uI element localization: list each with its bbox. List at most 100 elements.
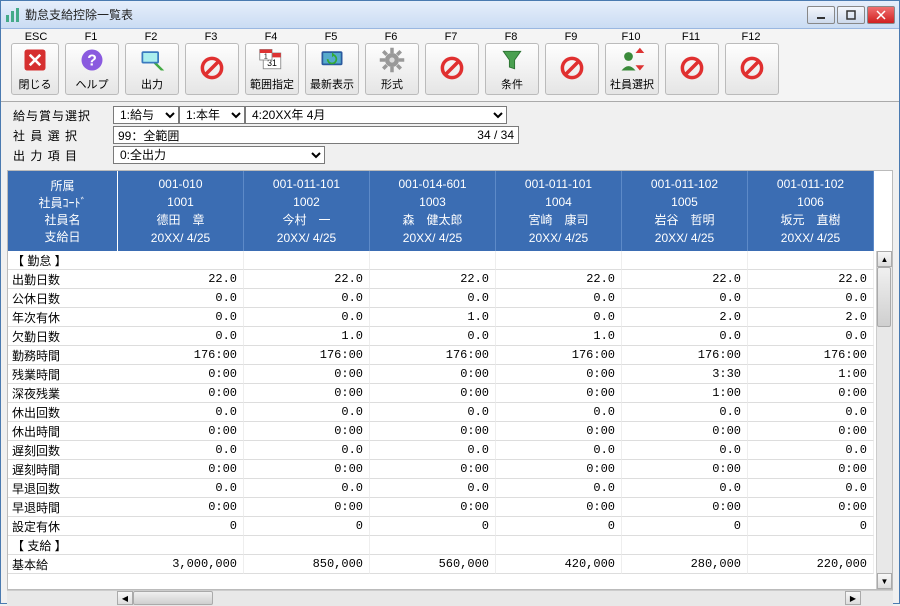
data-cell[interactable]: 0:00 [118, 498, 244, 517]
f11-button[interactable] [665, 43, 719, 95]
data-cell[interactable]: 0.0 [622, 403, 748, 422]
data-cell[interactable]: 1.0 [496, 327, 622, 346]
data-cell[interactable]: 176:00 [118, 346, 244, 365]
data-cell[interactable]: 176:00 [622, 346, 748, 365]
data-cell[interactable]: 0.0 [748, 327, 874, 346]
format-button[interactable]: 形式 [365, 43, 419, 95]
data-cell[interactable]: 0.0 [118, 441, 244, 460]
data-cell[interactable]: 0:00 [622, 422, 748, 441]
data-cell[interactable]: 560,000 [370, 555, 496, 574]
data-cell[interactable]: 0 [370, 517, 496, 536]
data-cell[interactable]: 0.0 [370, 327, 496, 346]
hscroll-thumb[interactable] [133, 591, 213, 605]
data-cell[interactable]: 0.0 [244, 441, 370, 460]
f7-button[interactable] [425, 43, 479, 95]
data-cell[interactable]: 22.0 [622, 270, 748, 289]
data-cell[interactable]: 0.0 [118, 327, 244, 346]
data-cell[interactable]: 420,000 [496, 555, 622, 574]
data-cell[interactable]: 0:00 [244, 365, 370, 384]
employee-range-field[interactable]: 99：全範囲 34 / 34 [113, 126, 519, 144]
month-select[interactable]: 4:20XX年 4月 [245, 106, 507, 124]
data-cell[interactable]: 0:00 [496, 498, 622, 517]
data-cell[interactable]: 0:00 [496, 365, 622, 384]
year-select[interactable]: 1:本年 [179, 106, 245, 124]
data-cell[interactable]: 0.0 [748, 289, 874, 308]
data-cell[interactable]: 850,000 [244, 555, 370, 574]
data-cell[interactable]: 0:00 [118, 365, 244, 384]
data-cell[interactable]: 0.0 [622, 441, 748, 460]
data-cell[interactable]: 1:00 [748, 365, 874, 384]
data-cell[interactable]: 0.0 [370, 403, 496, 422]
data-cell[interactable]: 0.0 [370, 441, 496, 460]
data-cell[interactable]: 0.0 [244, 289, 370, 308]
data-cell[interactable]: 0:00 [496, 384, 622, 403]
data-cell[interactable]: 0 [496, 517, 622, 536]
emp-select-button[interactable]: 社員選択 [605, 43, 659, 95]
range-button[interactable]: 311範囲指定 [245, 43, 299, 95]
data-cell[interactable]: 176:00 [748, 346, 874, 365]
vscroll-thumb[interactable] [877, 267, 891, 327]
f3-button[interactable] [185, 43, 239, 95]
data-cell[interactable]: 0:00 [244, 422, 370, 441]
data-cell[interactable]: 0.0 [496, 289, 622, 308]
data-cell[interactable]: 0.0 [118, 289, 244, 308]
minimize-button[interactable] [807, 6, 835, 24]
data-cell[interactable]: 0:00 [244, 384, 370, 403]
data-cell[interactable]: 0:00 [496, 422, 622, 441]
refresh-button[interactable]: 最新表示 [305, 43, 359, 95]
data-cell[interactable]: 0:00 [622, 460, 748, 479]
f12-button[interactable] [725, 43, 779, 95]
data-cell[interactable]: 0:00 [118, 422, 244, 441]
data-cell[interactable]: 0.0 [622, 327, 748, 346]
data-cell[interactable]: 0.0 [118, 403, 244, 422]
data-cell[interactable]: 0.0 [370, 289, 496, 308]
data-cell[interactable]: 0:00 [244, 498, 370, 517]
data-cell[interactable]: 0.0 [496, 441, 622, 460]
data-cell[interactable]: 0.0 [244, 479, 370, 498]
data-cell[interactable]: 0.0 [118, 308, 244, 327]
data-cell[interactable]: 2.0 [748, 308, 874, 327]
output-button[interactable]: 出力 [125, 43, 179, 95]
data-cell[interactable]: 0.0 [370, 479, 496, 498]
window-close-button[interactable] [867, 6, 895, 24]
data-cell[interactable]: 22.0 [748, 270, 874, 289]
data-cell[interactable]: 0.0 [496, 479, 622, 498]
data-cell[interactable]: 0.0 [244, 403, 370, 422]
data-cell[interactable]: 0 [118, 517, 244, 536]
data-cell[interactable]: 22.0 [118, 270, 244, 289]
data-cell[interactable]: 1.0 [370, 308, 496, 327]
data-cell[interactable]: 0.0 [748, 479, 874, 498]
data-cell[interactable]: 1.0 [244, 327, 370, 346]
scroll-up-button[interactable]: ▲ [877, 251, 892, 267]
data-cell[interactable]: 0.0 [244, 308, 370, 327]
data-cell[interactable]: 0:00 [244, 460, 370, 479]
data-cell[interactable]: 280,000 [622, 555, 748, 574]
data-cell[interactable]: 0.0 [496, 403, 622, 422]
help-button[interactable]: ?ヘルプ [65, 43, 119, 95]
data-cell[interactable]: 3,000,000 [118, 555, 244, 574]
data-cell[interactable]: 22.0 [496, 270, 622, 289]
data-cell[interactable]: 0:00 [748, 498, 874, 517]
data-cell[interactable]: 220,000 [748, 555, 874, 574]
data-cell[interactable]: 176:00 [496, 346, 622, 365]
data-cell[interactable]: 0:00 [622, 498, 748, 517]
filter-button[interactable]: 条件 [485, 43, 539, 95]
data-cell[interactable]: 0.0 [748, 441, 874, 460]
data-cell[interactable]: 0:00 [370, 498, 496, 517]
close-button[interactable]: 閉じる [11, 43, 59, 95]
data-cell[interactable]: 1:00 [622, 384, 748, 403]
data-cell[interactable]: 0 [244, 517, 370, 536]
data-cell[interactable]: 0:00 [748, 422, 874, 441]
data-cell[interactable]: 0.0 [748, 403, 874, 422]
data-cell[interactable]: 0:00 [118, 384, 244, 403]
data-cell[interactable]: 0:00 [370, 422, 496, 441]
data-cell[interactable]: 0 [622, 517, 748, 536]
data-cell[interactable]: 2.0 [622, 308, 748, 327]
data-cell[interactable]: 22.0 [244, 270, 370, 289]
scroll-down-button[interactable]: ▼ [877, 573, 892, 589]
data-cell[interactable]: 0:00 [370, 365, 496, 384]
data-cell[interactable]: 0:00 [370, 384, 496, 403]
data-cell[interactable]: 0:00 [118, 460, 244, 479]
f9-button[interactable] [545, 43, 599, 95]
maximize-button[interactable] [837, 6, 865, 24]
